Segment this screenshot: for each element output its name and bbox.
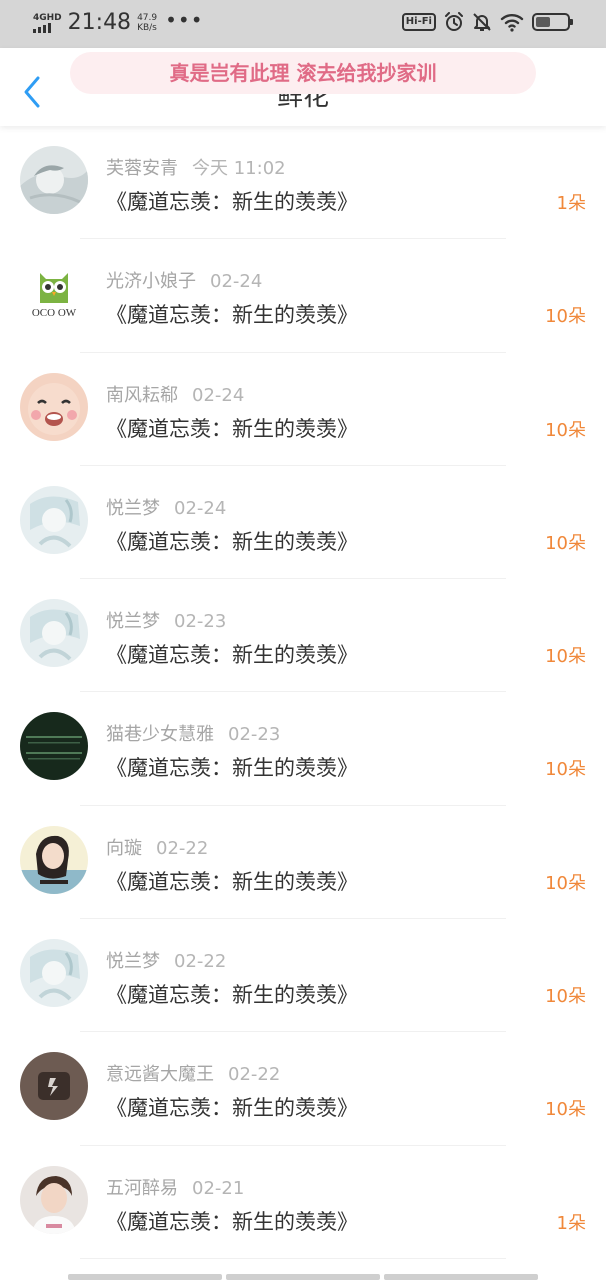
sender-name[interactable]: 悦兰梦 [106, 951, 160, 972]
sender-line: 猫巷少女慧雅 02-23 [106, 720, 280, 746]
gift-date: 02-23 [228, 724, 281, 746]
gift-date: 02-22 [228, 1064, 281, 1086]
gift-date: 今天 11:02 [192, 158, 286, 179]
status-bar: 4GHD 21:48 47.9 KB/s ••• Hi-Fi [0, 0, 606, 48]
speed-value: 47.9 [137, 13, 158, 23]
status-right: Hi-Fi [401, 12, 573, 32]
book-title[interactable]: 《魔道忘羡：新生的羡羡》 [106, 1092, 358, 1122]
gift-list-item[interactable]: 芙蓉安青 今天 11:02 《魔道忘羡：新生的羡羡》 1朵 [0, 126, 606, 240]
flower-count: 10朵 [545, 759, 586, 781]
pale-anime-avatar[interactable] [20, 599, 88, 668]
alarm-icon [445, 12, 463, 31]
gift-list-item[interactable]: 猫巷少女慧雅 02-23 《魔道忘羡：新生的羡羡》 10朵 [0, 692, 606, 806]
sender-line: 五河醉易 02-21 [106, 1174, 244, 1200]
pale-anime-avatar[interactable] [20, 939, 88, 1008]
mute-bell-icon [473, 13, 491, 31]
sender-name[interactable]: 意远酱大魔王 [106, 1064, 214, 1085]
pale-anime-avatar[interactable] [20, 485, 88, 554]
anime-sleeping-avatar[interactable] [20, 146, 88, 214]
flower-gift-list: 芙蓉安青 今天 11:02 《魔道忘羡：新生的羡羡》 1朵 OCO OW 光济小娘子 02-… [0, 126, 606, 1259]
book-title[interactable]: 《魔道忘羡：新生的羡羡》 [106, 413, 358, 443]
sender-line: 悦兰梦 02-22 [106, 947, 226, 973]
status-left: 4GHD 21:48 47.9 KB/s ••• [33, 10, 204, 36]
flower-count: 10朵 [545, 986, 586, 1008]
gift-list-item[interactable]: 悦兰梦 02-24 《魔道忘羡：新生的羡羡》 10朵 [0, 466, 606, 580]
bottom-bar [68, 1274, 538, 1280]
gift-list-item[interactable]: OCO OW 光济小娘子 02-24 《魔道忘羡：新生的羡羡》 10朵 [0, 239, 606, 353]
dark-text-avatar[interactable] [20, 712, 88, 781]
book-title[interactable]: 《魔道忘羡：新生的羡羡》 [106, 526, 358, 556]
baby-face-avatar[interactable] [20, 372, 88, 441]
more-notifications-icon: ••• [165, 8, 204, 32]
gift-date: 02-24 [174, 497, 227, 519]
sender-name[interactable]: 五河醉易 [106, 1178, 178, 1199]
signal-icon [33, 23, 51, 33]
book-title[interactable]: 《魔道忘羡：新生的羡羡》 [106, 639, 358, 669]
gift-list-item[interactable]: 向璇 02-22 《魔道忘羡：新生的羡羡》 10朵 [0, 806, 606, 920]
sender-line: 悦兰梦 02-24 [106, 494, 226, 520]
book-title[interactable]: 《魔道忘羡：新生的羡羡》 [106, 1206, 358, 1236]
svg-text:OCO OW: OCO OW [32, 307, 77, 319]
gift-date: 02-22 [174, 951, 227, 973]
dark-brown-avatar[interactable] [20, 1052, 88, 1121]
girl-portrait-avatar[interactable] [20, 825, 88, 894]
flower-count: 10朵 [545, 306, 586, 328]
network-indicator: 4GHD [33, 13, 62, 33]
nav-header: 鲜花 真是岂有此理 滚去给我抄家训 [0, 48, 606, 126]
sender-name[interactable]: 悦兰梦 [106, 498, 160, 519]
network-speed: 47.9 KB/s [137, 13, 157, 33]
clock: 21:48 [67, 10, 132, 35]
speed-unit: KB/s [137, 23, 157, 33]
sender-name[interactable]: 光济小娘子 [106, 271, 196, 292]
sender-name[interactable]: 猫巷少女慧雅 [106, 724, 214, 745]
toast-message: 真是岂有此理 滚去给我抄家训 [70, 52, 536, 94]
flower-count: 10朵 [545, 532, 586, 554]
battery-icon [532, 13, 573, 31]
gift-date: 02-21 [192, 1177, 245, 1199]
network-type: 4GHD [33, 13, 62, 23]
sender-line: 悦兰梦 02-23 [106, 607, 226, 633]
row-divider [80, 1257, 506, 1259]
sender-line: 南风耘郗 02-24 [106, 381, 244, 407]
hifi-badge: Hi-Fi [401, 13, 436, 31]
flower-count: 1朵 [556, 1212, 586, 1234]
book-title[interactable]: 《魔道忘羡：新生的羡羡》 [106, 979, 358, 1009]
sender-name[interactable]: 南风耘郗 [106, 385, 178, 406]
boy-portrait-avatar[interactable] [20, 1165, 88, 1234]
sender-name[interactable]: 芙蓉安青 [106, 158, 178, 179]
flower-count: 10朵 [545, 646, 586, 668]
book-title[interactable]: 《魔道忘羡：新生的羡羡》 [106, 866, 358, 896]
book-title[interactable]: 《魔道忘羡：新生的羡羡》 [106, 299, 358, 329]
sender-line: 光济小娘子 02-24 [106, 267, 262, 293]
gift-list-item[interactable]: 五河醉易 02-21 《魔道忘羡：新生的羡羡》 1朵 [0, 1146, 606, 1259]
gift-list-item[interactable]: 意远酱大魔王 02-22 《魔道忘羡：新生的羡羡》 10朵 [0, 1032, 606, 1146]
gift-date: 02-24 [192, 384, 245, 406]
sender-name[interactable]: 向璇 [106, 838, 142, 859]
owl-logo-avatar[interactable]: OCO OW [20, 259, 88, 328]
sender-line: 芙蓉安青 今天 11:02 [106, 154, 286, 180]
wifi-icon [500, 14, 524, 32]
flower-count: 1朵 [556, 193, 586, 214]
flower-count: 10朵 [545, 1099, 586, 1121]
sender-line: 向璇 02-22 [106, 834, 208, 860]
flower-count: 10朵 [545, 419, 586, 441]
gift-list-item[interactable]: 悦兰梦 02-22 《魔道忘羡：新生的羡羡》 10朵 [0, 919, 606, 1033]
gift-list-item[interactable]: 南风耘郗 02-24 《魔道忘羡：新生的羡羡》 10朵 [0, 353, 606, 466]
sender-name[interactable]: 悦兰梦 [106, 611, 160, 632]
gift-list-item[interactable]: 悦兰梦 02-23 《魔道忘羡：新生的羡羡》 10朵 [0, 579, 606, 693]
sender-line: 意远酱大魔王 02-22 [106, 1060, 280, 1086]
gift-date: 02-22 [156, 837, 209, 859]
gift-date: 02-24 [210, 271, 263, 293]
book-title[interactable]: 《魔道忘羡：新生的羡羡》 [106, 752, 358, 782]
flower-count: 10朵 [545, 872, 586, 894]
book-title[interactable]: 《魔道忘羡：新生的羡羡》 [106, 186, 358, 216]
gift-date: 02-23 [174, 611, 227, 633]
